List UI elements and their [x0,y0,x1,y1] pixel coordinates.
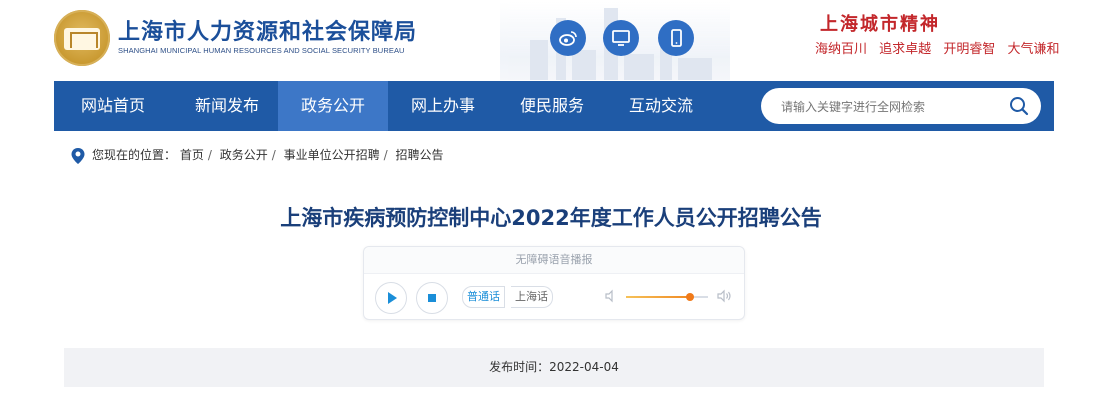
nav-news[interactable]: 新闻发布 [172,81,282,131]
shanghainese-option[interactable]: 上海话 [511,286,553,308]
mobile-icon [671,29,682,47]
breadcrumb-public-recruitment[interactable]: 事业单位公开招聘 [284,148,380,162]
breadcrumb-label: 您现在的位置： [92,148,177,162]
site-title-english: SHANGHAI MUNICIPAL HUMAN RESOURCES AND S… [118,46,405,55]
breadcrumb-home[interactable]: 首页 [180,148,204,162]
desktop-button[interactable] [603,20,639,56]
article-title: 上海市疾病预防控制中心2022年度工作人员公开招聘公告 [280,206,822,230]
nav-government-affairs[interactable]: 政务公开 [278,81,388,131]
play-button[interactable] [375,282,407,314]
mandarin-option[interactable]: 普通话 [462,286,505,308]
city-spirit-title: 上海城市精神 [820,14,940,35]
publish-date: 2022-04-04 [549,360,619,374]
nav-home[interactable]: 网站首页 [54,81,172,131]
player-header: 无障碍语音播报 [364,247,744,274]
nav-interaction[interactable]: 互动交流 [606,81,716,131]
spirit-word: 海纳百川 [815,42,868,57]
city-spirit-words: 海纳百川 追求卓越 开明睿智 大气谦和 [815,38,1067,57]
mobile-button[interactable] [658,20,694,56]
stop-icon [428,294,436,302]
weibo-button[interactable] [550,20,586,56]
volume-low-icon[interactable] [604,289,618,303]
spirit-word: 追求卓越 [879,42,932,57]
search-input[interactable] [779,88,1003,126]
weibo-icon [559,31,577,46]
spirit-word: 大气谦和 [1007,42,1060,57]
volume-slider[interactable] [626,293,708,301]
bureau-logo[interactable] [54,10,110,66]
stop-button[interactable] [416,282,448,314]
volume-high-icon[interactable] [716,289,732,303]
search-box [761,88,1041,126]
play-icon [388,292,397,304]
monitor-icon [612,30,630,46]
breadcrumb-announcement[interactable]: 招聘公告 [396,148,444,162]
publish-label: 发布时间： [489,360,550,374]
volume-slider-knob[interactable] [685,293,694,301]
location-pin-icon [71,148,85,164]
publish-info: 发布时间：2022-04-04 [64,348,1044,387]
nav-public-services[interactable]: 便民服务 [497,81,607,131]
search-icon[interactable] [1009,96,1029,116]
main-nav: 网站首页 新闻发布 政务公开 网上办事 便民服务 互动交流 [54,81,1054,131]
audio-player: 无障碍语音播报 普通话 上海话 [363,246,745,320]
spirit-word: 开明睿智 [943,42,996,57]
site-title[interactable]: 上海市人力资源和社会保障局 [118,14,417,46]
nav-online-services[interactable]: 网上办事 [388,81,498,131]
breadcrumb-government-affairs[interactable]: 政务公开 [220,148,268,162]
volume-slider-fill [626,296,690,298]
